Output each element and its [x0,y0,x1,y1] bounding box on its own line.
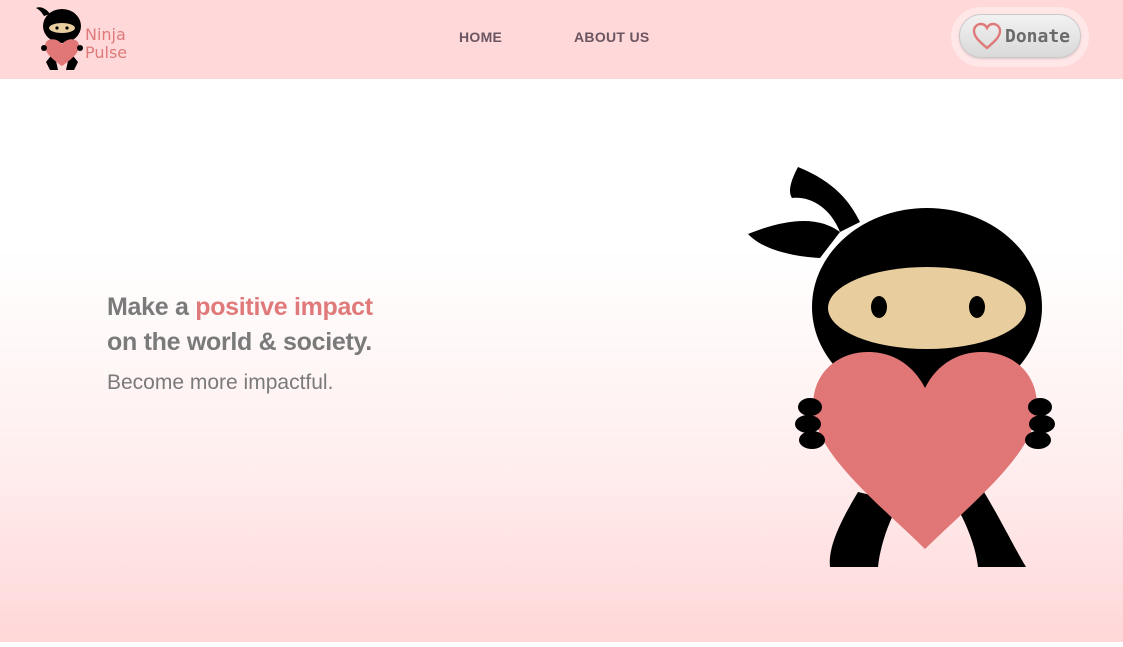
hero-headline: Make a positive impact on the world & so… [107,290,373,360]
brand-name-line1: Ninja [85,25,126,44]
ninja-logo-icon [36,7,83,70]
donate-button-halo: Donate [951,7,1089,67]
nav-link-about-us[interactable]: ABOUT US [574,29,650,45]
heart-outline-icon [972,22,1002,50]
headline-line2: on the world & society. [107,328,372,356]
headline-prefix: Make a [107,293,196,321]
nav-link-home[interactable]: HOME [459,29,502,45]
donate-button[interactable]: Donate [959,14,1081,58]
hero-subheadline: Become more impactful. [107,371,334,394]
brand-name-line2: Pulse [85,43,128,62]
donate-label: Donate [1005,26,1071,47]
logo[interactable]: Ninja Pulse [32,4,142,72]
brand-name: Ninja Pulse [85,26,127,62]
navbar: Ninja Pulse HOME ABOUT US Donate [0,0,1123,79]
ninja-heart-illustration [748,167,1055,567]
headline-highlight: positive impact [195,293,373,321]
hero-section: Make a positive impact on the world & so… [0,79,1123,642]
